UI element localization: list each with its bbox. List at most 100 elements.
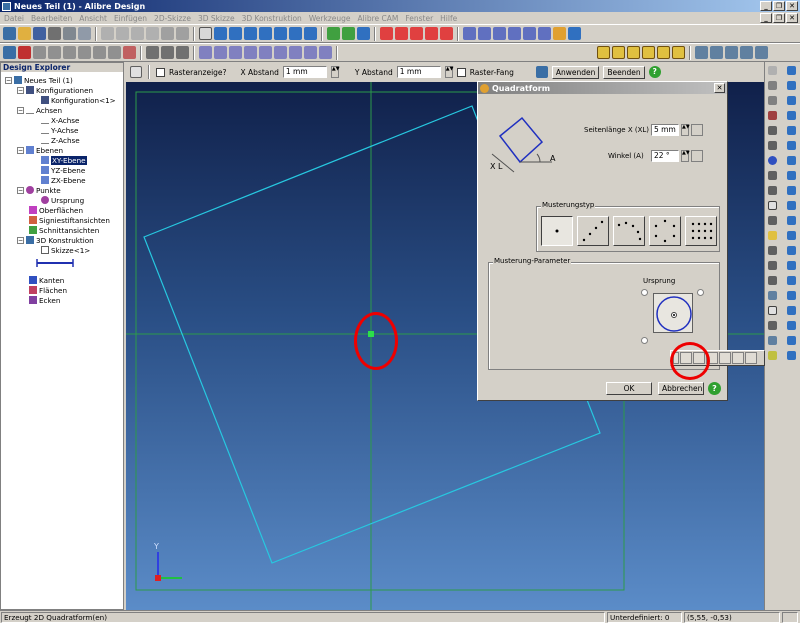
view-tool-icon-15[interactable] xyxy=(787,276,796,285)
point-tool-icon[interactable] xyxy=(768,231,777,240)
part-new-icon[interactable] xyxy=(3,46,16,59)
menu-3d-konstruktion[interactable]: 3D Konstruktion xyxy=(242,14,302,23)
view-tool-icon-10[interactable] xyxy=(787,201,796,210)
tree-item-x-axis[interactable]: X-Achse xyxy=(41,115,79,125)
normal-view-icon[interactable] xyxy=(289,46,302,59)
tree-item-3d-construction[interactable]: −3D Konstruktion xyxy=(17,235,94,245)
y-spacing-input[interactable]: 1 mm xyxy=(396,66,441,78)
tree-item-sketch-1[interactable]: Skizze<1> xyxy=(41,245,90,255)
dialog-close-button[interactable]: ✕ xyxy=(714,83,725,93)
doc-close-button[interactable]: ✕ xyxy=(786,13,798,23)
view-tool-icon-13[interactable] xyxy=(787,246,796,255)
view-prev-icon[interactable] xyxy=(304,27,317,40)
hide-icon[interactable] xyxy=(523,27,536,40)
side-length-extra-button[interactable] xyxy=(691,124,703,136)
view-tool-icon-3[interactable] xyxy=(787,96,796,105)
tree-item-planes[interactable]: − Ebenen xyxy=(17,145,63,155)
dialog-help-icon[interactable]: ? xyxy=(708,382,721,395)
tree-item-z-axis[interactable]: Z-Achse xyxy=(41,135,80,145)
view-tool-icon-19[interactable] xyxy=(787,336,796,345)
plane-front-icon[interactable] xyxy=(199,46,212,59)
angle-extra-button[interactable] xyxy=(691,150,703,162)
tree-item-configs[interactable]: − Konfigurationen xyxy=(17,85,93,95)
view-iso-icon[interactable] xyxy=(146,46,159,59)
x-spacing-input[interactable]: 1 mm xyxy=(282,66,327,78)
tree-item-sig-views[interactable]: Signiestiftansichten xyxy=(29,215,110,225)
snap-icon[interactable] xyxy=(493,27,506,40)
fillet-tool-icon[interactable] xyxy=(768,276,777,285)
view-tool-icon-14[interactable] xyxy=(787,261,796,270)
material-icon[interactable] xyxy=(725,46,738,59)
view-tool-icon-12[interactable] xyxy=(787,231,796,240)
origin-diamond-icon[interactable] xyxy=(745,352,757,364)
print-preview-icon[interactable] xyxy=(78,27,91,40)
doc-restore-button[interactable]: ❐ xyxy=(773,13,785,23)
y-spacing-spinner[interactable]: ▲▼ xyxy=(444,66,453,78)
save-all-icon[interactable] xyxy=(48,27,61,40)
tree-item-yz-plane[interactable]: YZ-Ebene xyxy=(41,165,85,175)
menu-werkzeuge[interactable]: Werkzeuge xyxy=(309,14,351,23)
hole-icon[interactable] xyxy=(123,46,136,59)
spline-tool-icon[interactable] xyxy=(768,186,777,195)
maximize-button[interactable]: ❐ xyxy=(773,1,785,11)
pattern-tool-icon[interactable] xyxy=(768,291,777,300)
side-length-input[interactable]: 5 mm xyxy=(651,124,679,136)
zoom-all-icon[interactable] xyxy=(274,27,287,40)
view-tool-icon-9[interactable] xyxy=(787,186,796,195)
offset-tool-icon[interactable] xyxy=(768,246,777,255)
tree-item-y-axis[interactable]: Y-Achse xyxy=(41,125,78,135)
plus-tool-icon[interactable] xyxy=(768,81,777,90)
zoom-window-icon[interactable] xyxy=(214,27,227,40)
ok-button[interactable]: OK xyxy=(606,382,652,395)
angle-spinner[interactable]: ▲▼ xyxy=(681,150,690,162)
origin-radio-bottom-left[interactable] xyxy=(641,337,648,344)
tree-item-edges[interactable]: Kanten xyxy=(29,275,64,285)
view-tool-icon-5[interactable] xyxy=(787,126,796,135)
box-yellow-icon-1[interactable] xyxy=(597,46,610,59)
tree-item-part[interactable]: − Neues Teil (1) xyxy=(5,75,73,85)
menu-einfuegen[interactable]: Einfügen xyxy=(114,14,147,23)
zoom-icon[interactable] xyxy=(244,27,257,40)
doc-minimize-button[interactable]: _ xyxy=(760,13,772,23)
tree-item-section-views[interactable]: Schnittansichten xyxy=(29,225,99,235)
circle-tool-icon[interactable] xyxy=(768,156,777,165)
view-tool-icon-16[interactable] xyxy=(787,291,796,300)
close-button[interactable]: ✕ xyxy=(786,1,798,11)
trim-red-icon[interactable] xyxy=(425,27,438,40)
menu-2d-skizze[interactable]: 2D-Skizze xyxy=(154,14,191,23)
sweep-icon[interactable] xyxy=(63,46,76,59)
tree-item-faces[interactable]: Flächen xyxy=(29,285,67,295)
view-tool-icon-8[interactable] xyxy=(787,171,796,180)
box-yellow-icon-3[interactable] xyxy=(627,46,640,59)
tree-item-axes[interactable]: − Achsen xyxy=(17,105,62,115)
properties-icon[interactable] xyxy=(568,27,581,40)
line-red-icon[interactable] xyxy=(380,27,393,40)
view-tool-icon-2[interactable] xyxy=(787,81,796,90)
feature-tool-icon[interactable] xyxy=(342,27,355,40)
raster-checkbox[interactable] xyxy=(156,67,165,77)
origin-radio-top-right[interactable] xyxy=(697,289,704,296)
render-icon[interactable] xyxy=(755,46,768,59)
ellipse-red-icon[interactable] xyxy=(395,27,408,40)
layer-icon[interactable] xyxy=(538,27,551,40)
origin-right-icon[interactable] xyxy=(732,352,744,364)
pointer-tool-icon[interactable] xyxy=(768,66,777,75)
section-view-icon[interactable] xyxy=(304,46,317,59)
pen-tool-icon[interactable] xyxy=(768,96,777,105)
rectangle-tool-icon[interactable] xyxy=(768,201,777,210)
redo-icon[interactable] xyxy=(176,27,189,40)
tree-item-origin[interactable]: Ursprung xyxy=(41,195,84,205)
view-tool-icon-18[interactable] xyxy=(787,321,796,330)
text-tool-icon[interactable] xyxy=(768,351,777,360)
cancel-button[interactable]: Abbrechen xyxy=(658,382,704,395)
explode-icon[interactable] xyxy=(319,46,332,59)
dimension-icon[interactable] xyxy=(478,27,491,40)
assembly-icon[interactable] xyxy=(18,46,31,59)
rollback-bar[interactable] xyxy=(35,258,75,268)
rotate-icon[interactable] xyxy=(229,27,242,40)
paste-icon[interactable] xyxy=(131,27,144,40)
square-tool-icon[interactable] xyxy=(768,306,777,315)
tree-item-zx-plane[interactable]: ZX-Ebene xyxy=(41,175,86,185)
open-icon[interactable] xyxy=(18,27,31,40)
box-yellow-icon-5[interactable] xyxy=(657,46,670,59)
